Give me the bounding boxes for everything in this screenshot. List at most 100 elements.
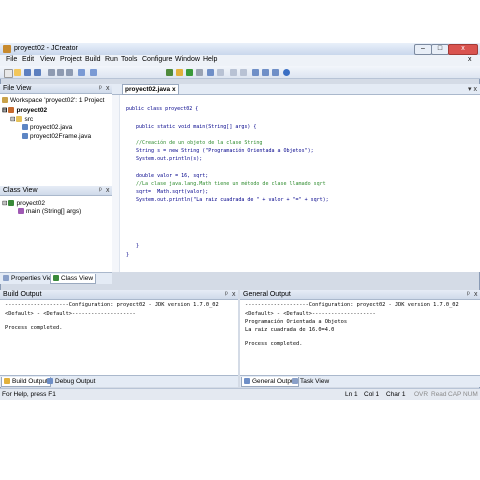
back-icon[interactable] [230, 69, 237, 76]
step-icon[interactable] [217, 69, 224, 76]
output-line: Programación Orientada a Objetos [245, 319, 348, 325]
editor-tabs-menu-icon[interactable]: ▾ x [468, 85, 477, 93]
status-line: Ln 1 [345, 391, 358, 398]
status-char: Char 1 [386, 391, 406, 398]
code-comment-line: //Creación de un objeto de la clase Stri… [136, 140, 263, 146]
file-view-title: File View [3, 85, 32, 92]
build-icon[interactable] [176, 69, 183, 76]
tab-build-output[interactable]: Build Output [1, 377, 51, 387]
minimize-button[interactable]: – [414, 44, 432, 55]
new-file-icon[interactable] [4, 69, 13, 78]
file-view-close-icon[interactable]: x [106, 85, 110, 92]
forward-icon[interactable] [240, 69, 247, 76]
editor-tab-close-icon[interactable]: x [172, 86, 176, 93]
task-view-icon [292, 378, 298, 384]
compile-icon[interactable] [166, 69, 173, 76]
output-line: La raiz cuadrada de 16.0=4.0 [245, 327, 335, 333]
code-line: public static void main(String[] args) { [136, 124, 257, 130]
view-toggle-icon[interactable] [252, 69, 259, 76]
menu-configure[interactable]: Configure [142, 56, 172, 63]
output-toggle-icon[interactable] [262, 69, 269, 76]
debug-icon[interactable] [207, 69, 214, 76]
tree-item-workspace[interactable]: Workspace 'proyect02': 1 Project [2, 97, 105, 104]
help-icon[interactable] [283, 69, 290, 76]
menu-file[interactable]: File [6, 56, 17, 63]
class-view-pin-icon[interactable]: ᵖ [99, 187, 102, 194]
status-column: Col 1 [364, 391, 380, 398]
build-output-pin-icon[interactable]: ᵖ [225, 291, 228, 298]
toolbar [0, 66, 480, 79]
open-file-icon[interactable] [14, 69, 21, 76]
code-line: public class proyect02 { [126, 106, 199, 112]
general-output-header: General Output ᵖ x [240, 290, 480, 300]
tree-item-project[interactable]: ⊟ proyect02 [2, 106, 47, 114]
window-title: proyect02 - JCreator [14, 45, 78, 52]
tree-item-proyect02frame-java[interactable]: proyect02Frame.java [22, 133, 91, 140]
editor-tab-strip: proyect02.java x ▾ x [112, 84, 480, 95]
class-view-header: Class View ᵖ x [0, 186, 112, 196]
menu-window[interactable]: Window [175, 56, 200, 63]
tree-item-src[interactable]: ⊟ src [10, 115, 33, 123]
build-output-close-icon[interactable]: x [232, 291, 236, 298]
copy-icon[interactable] [57, 69, 64, 76]
class-tree-item-proyect02[interactable]: ⊟ proyect02 [2, 199, 45, 207]
bookmark-icon[interactable] [272, 69, 279, 76]
save-icon[interactable] [24, 69, 31, 76]
class-view-close-icon[interactable]: x [106, 187, 110, 194]
run-icon[interactable] [186, 69, 193, 76]
code-line: System.out.println(s); [136, 156, 203, 162]
code-line: System.out.println("La raiz cuadrada de … [136, 197, 329, 203]
mdi-close-icon[interactable]: x [468, 56, 472, 63]
menu-view[interactable]: View [40, 56, 55, 63]
general-output-title: General Output [243, 291, 291, 298]
save-all-icon[interactable] [34, 69, 41, 76]
editor-tab-proyect02-java[interactable]: proyect02.java x [122, 84, 179, 95]
left-panel-tabs: Properties View Class View [0, 272, 112, 284]
code-comment-line: //La clase java.lang.Math tiene un métod… [136, 181, 326, 187]
code-line: double valor = 16, sqrt; [136, 173, 209, 179]
status-help-text: For Help, press F1 [2, 391, 56, 398]
tree-item-proyect02-java[interactable]: proyect02.java [22, 124, 72, 131]
menu-project[interactable]: Project [60, 56, 82, 63]
status-ovr: OVR [414, 391, 429, 398]
menu-edit[interactable]: Edit [22, 56, 34, 63]
general-output-close-icon[interactable]: x [474, 291, 478, 298]
class-tree-item-main[interactable]: main (String[] args) [18, 208, 81, 215]
build-output-title: Build Output [3, 291, 42, 298]
status-bar: For Help, press F1 Ln 1 Col 1 Char 1 OVR… [0, 388, 480, 400]
menu-build[interactable]: Build [85, 56, 101, 63]
tab-task-view[interactable]: Task View [290, 377, 331, 386]
method-icon [18, 208, 24, 214]
general-output-pin-icon[interactable]: ᵖ [467, 291, 470, 298]
close-button[interactable]: x [448, 44, 478, 55]
code-line: } [136, 243, 140, 249]
folder-icon [16, 116, 23, 122]
maximize-button[interactable]: □ [431, 44, 449, 55]
menu-run[interactable]: Run [105, 56, 118, 63]
paste-icon[interactable] [66, 69, 73, 76]
code-line: } [126, 252, 130, 258]
status-read: Read [431, 391, 447, 398]
menu-tools[interactable]: Tools [121, 56, 137, 63]
class-view-icon [53, 275, 59, 281]
menu-help[interactable]: Help [203, 56, 217, 63]
code-line: String s = new String ("Programación Ori… [136, 148, 314, 154]
redo-icon[interactable] [90, 69, 97, 76]
general-output-tabs: General Output Task View [240, 375, 480, 387]
build-output-tabs: Build Output Debug Output [0, 375, 238, 387]
status-num: NUM [463, 391, 478, 398]
general-output-icon [244, 378, 250, 384]
workspace-icon [2, 97, 8, 103]
file-view-pin-icon[interactable]: ᵖ [99, 85, 102, 92]
properties-icon [3, 275, 9, 281]
tab-class-view[interactable]: Class View [50, 274, 97, 284]
undo-icon[interactable] [78, 69, 85, 76]
stop-icon[interactable] [196, 69, 203, 76]
code-editor[interactable]: public class proyect02 { public static v… [112, 95, 480, 272]
menu-bar: File Edit View Project Build Run Tools C… [0, 55, 480, 66]
status-cap: CAP [448, 391, 462, 398]
tab-debug-output[interactable]: Debug Output [45, 377, 97, 386]
general-output-content: --------------------Configuration: proye… [240, 300, 480, 375]
cut-icon[interactable] [48, 69, 55, 76]
java-file-icon [22, 133, 28, 139]
